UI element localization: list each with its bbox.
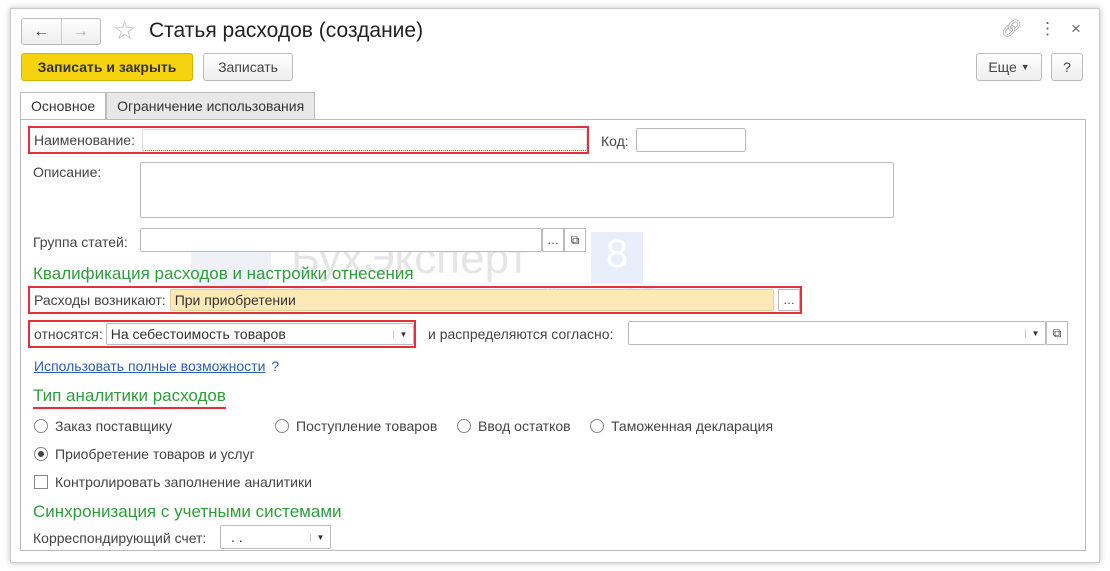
description-input[interactable] (140, 162, 894, 218)
checkbox-label: Контролировать заполнение аналитики (55, 474, 312, 490)
section-analytics-heading: Тип аналитики расходов (33, 386, 226, 409)
distribute-select[interactable]: ▼ (628, 321, 1046, 345)
radio-label: Ввод остатков (478, 418, 571, 434)
chevron-down-icon: ▼ (1020, 62, 1030, 72)
more-vertical-icon[interactable]: ⋮ (1039, 19, 1056, 39)
radio-label: Заказ поставщику (55, 418, 173, 434)
arise-label: Расходы возникают: (34, 292, 166, 308)
nav-buttons: ← → (21, 18, 101, 45)
help-icon[interactable]: ? (271, 358, 279, 374)
section-sync-heading: Синхронизация с учетными системами (33, 502, 342, 521)
code-input[interactable] (636, 128, 746, 152)
group-input[interactable] (140, 228, 542, 252)
dropdown-arrow-icon[interactable]: ▼ (1025, 328, 1045, 338)
radio-checked-icon[interactable] (34, 447, 48, 461)
form-window: ← → ☆ Статья расходов (создание) 🔗︎ ⋮ × … (10, 8, 1100, 563)
distribute-label: и распределяются согласно: (428, 326, 614, 342)
name-input[interactable] (141, 129, 587, 151)
radio-receipt[interactable]: Поступление товаров (275, 418, 437, 434)
name-label: Наименование: (34, 132, 135, 148)
description-label: Описание: (33, 164, 102, 180)
distribute-field: ▼ ⧉ (628, 321, 1068, 345)
save-button[interactable]: Записать (203, 53, 293, 81)
dropdown-arrow-icon[interactable]: ▼ (310, 532, 330, 542)
name-field-highlight: Наименование: (28, 126, 589, 154)
relate-label: относятся: (34, 326, 103, 342)
control-checkbox-row[interactable]: Контролировать заполнение аналитики (34, 474, 312, 490)
full-features-row: Использовать полные возможности ? (34, 358, 279, 374)
open-icon[interactable]: ⧉ (564, 228, 586, 252)
dropdown-arrow-icon[interactable]: ▼ (393, 329, 413, 339)
radio-label: Таможенная декларация (611, 418, 774, 434)
code-label: Код: (601, 133, 629, 149)
account-select[interactable]: . . ▼ (220, 525, 331, 549)
tab-bar: Основное Ограничение использования (20, 92, 316, 120)
account-label: Корреспондирующий счет: (33, 530, 207, 546)
radio-order[interactable]: Заказ поставщику (34, 418, 172, 434)
group-field: … ⧉ (140, 228, 586, 252)
radio-icon[interactable] (590, 419, 604, 433)
save-and-close-button[interactable]: Записать и закрыть (21, 53, 193, 81)
radio-purchase[interactable]: Приобретение товаров и услуг (34, 446, 255, 462)
relate-select[interactable]: На себестоимость товаров ▼ (105, 323, 414, 345)
star-icon[interactable]: ☆ (113, 15, 136, 46)
arise-field-highlight: Расходы возникают: При приобретении … (28, 286, 802, 314)
radio-label: Поступление товаров (296, 418, 438, 434)
section-qualification-heading: Квалификация расходов и настройки отнесе… (33, 264, 414, 283)
window-title: Статья расходов (создание) (149, 19, 424, 42)
radio-opening-balance[interactable]: Ввод остатков (457, 418, 571, 434)
forward-arrow-icon[interactable]: → (60, 19, 101, 44)
more-label: Еще (988, 59, 1017, 75)
back-arrow-icon[interactable]: ← (22, 19, 61, 44)
select-button[interactable]: … (778, 289, 800, 311)
select-button[interactable]: … (542, 228, 564, 252)
more-button[interactable]: Еще ▼ (976, 53, 1042, 81)
full-features-link[interactable]: Использовать полные возможности (34, 358, 265, 374)
radio-icon[interactable] (275, 419, 289, 433)
group-label: Группа статей: (33, 234, 128, 250)
tab-usage-restriction[interactable]: Ограничение использования (106, 92, 316, 120)
relate-field-highlight: относятся: На себестоимость товаров ▼ (28, 320, 416, 348)
help-button[interactable]: ? (1051, 53, 1083, 81)
account-value: . . (231, 529, 243, 545)
close-icon[interactable]: × (1071, 19, 1081, 39)
arise-input[interactable]: При приобретении (169, 289, 774, 311)
link-icon[interactable]: 🔗︎ (1001, 19, 1023, 39)
radio-customs[interactable]: Таможенная декларация (590, 418, 773, 434)
checkbox-icon[interactable] (34, 475, 48, 489)
radio-icon[interactable] (457, 419, 471, 433)
radio-label: Приобретение товаров и услуг (55, 446, 255, 462)
open-icon[interactable]: ⧉ (1046, 321, 1068, 345)
relate-value: На себестоимость товаров (110, 326, 286, 342)
tab-main[interactable]: Основное (20, 92, 107, 120)
radio-icon[interactable] (34, 419, 48, 433)
tab-panel: БухЭксперт 8 База ответов по учёту в 1С … (20, 119, 1086, 551)
